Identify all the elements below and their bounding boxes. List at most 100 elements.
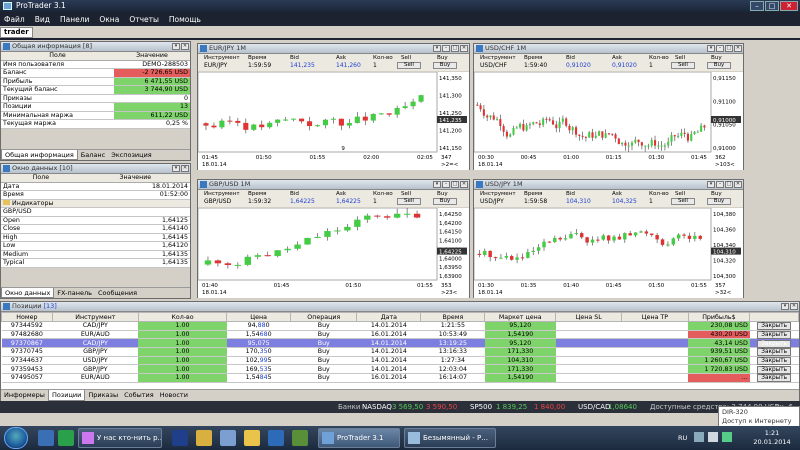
folder-icon[interactable] <box>196 430 212 446</box>
buy-button[interactable]: Buy <box>707 198 731 205</box>
close-position-button[interactable]: Закрыть <box>757 331 792 340</box>
position-row[interactable]: 97495057 EUR/AUD 1.00 1,54845 Buy 16.01.2014 1… <box>1 373 799 383</box>
chart-maximize-icon[interactable]: □ <box>451 45 459 52</box>
pos-col-8[interactable]: Цена SL <box>555 312 623 322</box>
start-button[interactable] <box>4 427 28 449</box>
buy-button[interactable]: Buy <box>433 198 457 205</box>
pos-profit: ... <box>688 373 750 383</box>
chart-menu-icon[interactable]: ▾ <box>707 45 715 52</box>
clock[interactable]: 1:21 20.01.2014 <box>748 429 796 447</box>
bottom-tab-0[interactable]: Информеры <box>1 390 48 401</box>
app-icon-3[interactable] <box>292 430 308 446</box>
position-row[interactable]: 97370745 GBP/JPY 1.00 170,350 Buy 14.01.2014 1… <box>1 347 799 357</box>
chart-menu-icon[interactable]: ▾ <box>433 45 441 52</box>
pos-col-0[interactable]: Номер <box>1 312 53 322</box>
explorer-icon[interactable] <box>38 430 54 446</box>
close-position-button[interactable]: Закрыть <box>757 365 792 374</box>
menu-item-1[interactable]: Вид <box>35 15 50 24</box>
position-row[interactable]: 97344637 USD/JPY 1.00 102,995 Buy 14.01.2014 1… <box>1 356 799 366</box>
data-tab-1[interactable]: FX-панель <box>54 288 95 298</box>
pos-col-11[interactable] <box>749 312 799 322</box>
close-position-button[interactable]: Закрыть <box>757 357 792 366</box>
chart-maximize-icon[interactable]: □ <box>725 181 733 188</box>
volume-icon[interactable] <box>708 432 718 442</box>
chart-maximize-icon[interactable]: □ <box>725 45 733 52</box>
media-icon[interactable] <box>58 430 74 446</box>
chart-close-icon[interactable]: ✕ <box>460 181 468 188</box>
menu-item-4[interactable]: Отчеты <box>129 15 159 24</box>
language-indicator[interactable]: RU <box>678 434 687 442</box>
taskbar-chat[interactable]: У нас кто-нить р... <box>78 428 162 448</box>
chart-minimize-icon[interactable]: – <box>442 181 450 188</box>
paint-icon[interactable] <box>220 430 236 446</box>
pos-col-2[interactable]: Кол-во <box>137 312 228 322</box>
pos-col-6[interactable]: Время <box>420 312 486 322</box>
buy-button[interactable]: Buy <box>433 62 457 69</box>
menu-item-0[interactable]: Файл <box>4 15 25 24</box>
workspace-tab-trader[interactable]: trader <box>0 27 33 38</box>
taskbar-protrader[interactable]: ProTrader 3.1 <box>318 428 400 448</box>
save-icon[interactable] <box>172 430 188 446</box>
data-tab-0[interactable]: Окно данных <box>1 288 55 298</box>
sell-button[interactable]: Sell <box>397 198 421 205</box>
panel-close-icon[interactable]: ✕ <box>790 303 798 310</box>
bottom-tab-3[interactable]: События <box>121 390 157 401</box>
chart-maximize-icon[interactable]: □ <box>451 181 459 188</box>
bottom-tab-1[interactable]: Позиции <box>47 390 86 401</box>
chart-plot[interactable]: 1,642501,642001,641501,641001,640501,640… <box>198 208 469 298</box>
panel-close-icon[interactable]: ✕ <box>181 43 189 50</box>
minimize-button[interactable]: – <box>750 1 764 11</box>
app-icon-2[interactable] <box>268 430 284 446</box>
menu-item-5[interactable]: Помощь <box>169 15 201 24</box>
chart-minimize-icon[interactable]: – <box>442 45 450 52</box>
bottom-tab-4[interactable]: Новости <box>157 390 191 401</box>
menu-item-3[interactable]: Окна <box>99 15 119 24</box>
panel-menu-icon[interactable]: ▾ <box>172 43 180 50</box>
chart-plot[interactable]: 141,350141,300141,250141,200141,150141,2… <box>198 72 469 170</box>
close-window-button[interactable]: ✕ <box>780 1 798 11</box>
network-icon[interactable] <box>694 432 704 442</box>
maximize-button[interactable]: □ <box>765 1 779 11</box>
chart-close-icon[interactable]: ✕ <box>734 45 742 52</box>
files-icon[interactable] <box>244 430 260 446</box>
menu-item-2[interactable]: Панели <box>60 15 89 24</box>
pos-col-3[interactable]: Цена <box>226 312 292 322</box>
chart-menu-icon[interactable]: ▾ <box>707 181 715 188</box>
close-position-button[interactable]: Закрыть <box>757 322 792 331</box>
chart-plot[interactable]: 0,911500,911000,910500,910000,9100000:30… <box>474 72 743 170</box>
pos-col-1[interactable]: Инструмент <box>51 312 139 322</box>
close-position-button[interactable]: Закрыть <box>757 374 792 383</box>
tray-icon[interactable] <box>722 432 732 442</box>
chart-minimize-icon[interactable]: – <box>716 181 724 188</box>
chart-close-icon[interactable]: ✕ <box>734 181 742 188</box>
buy-button[interactable]: Buy <box>707 62 731 69</box>
sell-button[interactable]: Sell <box>397 62 421 69</box>
general-tab-1[interactable]: Баланс <box>78 150 108 160</box>
chart-menu-icon[interactable]: ▾ <box>433 181 441 188</box>
pos-col-5[interactable]: Дата <box>356 312 422 322</box>
close-position-button[interactable]: Закрыть <box>757 339 792 348</box>
data-tab-2[interactable]: Сообщения <box>95 288 140 298</box>
panel-menu-icon[interactable]: ▾ <box>172 165 180 172</box>
sell-button[interactable]: Sell <box>671 198 695 205</box>
sell-button[interactable]: Sell <box>671 62 695 69</box>
pos-col-4[interactable]: Операция <box>290 312 358 322</box>
chart-minimize-icon[interactable]: – <box>716 45 724 52</box>
position-row[interactable]: 97482680 EUR/AUD 1.00 1,54680 Buy 16.01.2014 1… <box>1 330 799 340</box>
chart-plot[interactable]: 104,380104,360104,340104,320104,300104,3… <box>474 208 743 298</box>
general-tab-0[interactable]: Общая информация <box>1 150 78 160</box>
pos-col-9[interactable]: Цена TP <box>621 312 689 322</box>
pos-col-7[interactable]: Маркет цена <box>484 312 557 322</box>
position-row[interactable]: 97359453 GBP/JPY 1.00 169,535 Buy 14.01.2014 1… <box>1 364 799 375</box>
bottom-tab-2[interactable]: Приказы <box>85 390 121 401</box>
chart-close-icon[interactable]: ✕ <box>460 45 468 52</box>
pos-col-10[interactable]: Прибыль$ <box>687 312 751 322</box>
position-row[interactable]: 97370867 CAD/JPY 1.00 95,075 Buy 14.01.2014 13… <box>1 338 799 349</box>
indicators-group[interactable]: Индикаторы <box>1 199 190 208</box>
position-row[interactable]: 97344592 CAD/JPY 1.00 94,880 Buy 14.01.2014 1:… <box>1 321 799 331</box>
general-tab-2[interactable]: Экспозиция <box>108 150 155 160</box>
close-position-button[interactable]: Закрыть <box>757 348 792 357</box>
panel-menu-icon[interactable]: ▾ <box>781 303 789 310</box>
taskbar-paint[interactable]: Безымянный - Р... <box>404 428 496 448</box>
panel-close-icon[interactable]: ✕ <box>181 165 189 172</box>
